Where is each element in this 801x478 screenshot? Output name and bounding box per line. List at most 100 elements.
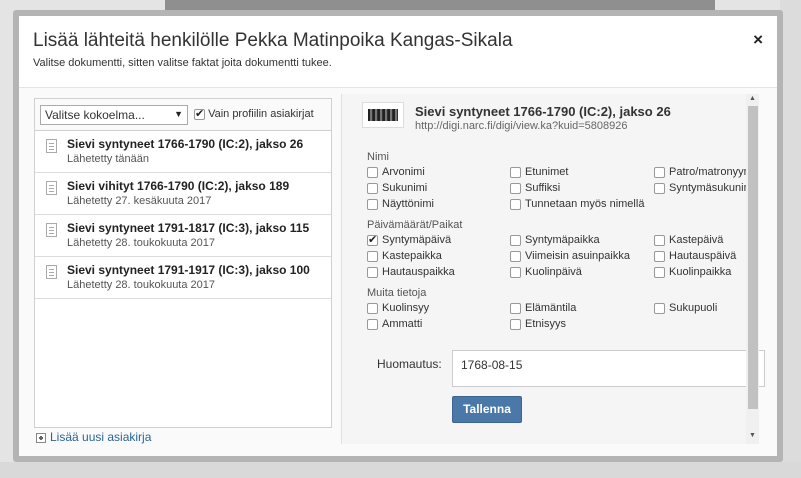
- document-date: Lähetetty 27. kesäkuuta 2017: [67, 195, 212, 207]
- document-filter-bar: Valitse kokoelma... ▼ Vain profiilin asi…: [35, 99, 331, 131]
- fact-panel-scrollbar[interactable]: ▲ ▼: [746, 94, 759, 444]
- add-sources-modal: Lisää lähteitä henkilölle Pekka Matinpoi…: [13, 10, 783, 462]
- document-item[interactable]: Sievi vihityt 1766-1790 (IC:2), jakso 18…: [35, 173, 331, 215]
- checkbox[interactable]: [510, 198, 521, 210]
- fact-label: Ammatti: [382, 318, 423, 331]
- checkbox[interactable]: [654, 266, 665, 278]
- document-title: Sievi syntyneet 1791-1917 (IC:3), jakso …: [67, 263, 310, 277]
- fact-checkbox[interactable]: Elämäntila: [510, 302, 576, 314]
- document-title: Sievi syntyneet 1766-1790 (IC:2), jakso …: [67, 137, 304, 151]
- fact-checkbox[interactable]: Tunnetaan myös nimellä: [510, 198, 644, 210]
- scroll-up-arrow-icon[interactable]: ▲: [749, 95, 756, 102]
- checkbox[interactable]: [510, 234, 521, 246]
- fact-checkbox[interactable]: Syntymäsukunimi: [654, 182, 755, 194]
- collection-select[interactable]: Valitse kokoelma... ▼: [40, 105, 188, 125]
- fact-checkbox[interactable]: Suffiksi: [510, 182, 560, 194]
- fact-checkbox[interactable]: Sukupuoli: [654, 302, 717, 314]
- document-thumbnail: [362, 102, 404, 128]
- background-page-edge: [780, 0, 801, 478]
- note-textarea[interactable]: 1768-08-15: [452, 350, 765, 387]
- checkbox[interactable]: [367, 182, 378, 194]
- document-panel: Valitse kokoelma... ▼ Vain profiilin asi…: [34, 98, 332, 428]
- checkbox[interactable]: [510, 302, 521, 314]
- checkbox[interactable]: [367, 318, 378, 330]
- add-document-link[interactable]: Lisää uusi asiakirja: [36, 430, 151, 444]
- fact-checkbox[interactable]: Syntymäpaikka: [510, 234, 600, 246]
- checkbox[interactable]: [510, 166, 521, 178]
- checkbox[interactable]: [510, 266, 521, 278]
- fact-label: Sukunimi: [382, 182, 428, 195]
- fact-checkbox[interactable]: Hautauspaikka: [367, 266, 455, 278]
- fact-label: Kastepäivä: [669, 234, 724, 247]
- document-icon: [46, 223, 57, 237]
- checkbox[interactable]: [367, 302, 378, 314]
- group-label-dates: Päivämäärät/Paikat: [367, 219, 463, 231]
- document-title: Sievi vihityt 1766-1790 (IC:2), jakso 18…: [67, 179, 290, 193]
- document-item[interactable]: Sievi syntyneet 1766-1790 (IC:2), jakso …: [35, 131, 331, 173]
- fact-checkbox[interactable]: Kuolinpaikka: [654, 266, 731, 278]
- document-list: Sievi syntyneet 1766-1790 (IC:2), jakso …: [35, 131, 331, 299]
- checkbox[interactable]: [367, 266, 378, 278]
- fact-label: Hautauspäivä: [669, 250, 737, 263]
- checkbox[interactable]: [367, 250, 378, 262]
- document-date: Lähetetty 28. toukokuuta 2017: [67, 279, 216, 291]
- fact-label: Etunimet: [525, 166, 569, 179]
- fact-checkbox[interactable]: Viimeisin asuinpaikka: [510, 250, 630, 262]
- profile-only-label: Vain profiilin asiakirjat: [208, 108, 314, 121]
- fact-checkbox[interactable]: Kuolinpäivä: [510, 266, 582, 278]
- checkbox[interactable]: [654, 182, 665, 194]
- document-icon: [46, 181, 57, 195]
- fact-checkbox[interactable]: Patro/matronyymi: [654, 166, 755, 178]
- document-item[interactable]: Sievi syntyneet 1791-1917 (IC:3), jakso …: [35, 257, 331, 299]
- checkbox[interactable]: [367, 166, 378, 178]
- checkbox[interactable]: [510, 318, 521, 330]
- fact-checkbox[interactable]: Sukunimi: [367, 182, 427, 194]
- modal-header: Lisää lähteitä henkilölle Pekka Matinpoi…: [19, 16, 777, 88]
- scroll-thumb[interactable]: [748, 106, 758, 409]
- checkbox[interactable]: [654, 166, 665, 178]
- profile-only-checkbox[interactable]: [194, 107, 205, 120]
- modal-title: Lisää lähteitä henkilölle Pekka Matinpoi…: [33, 30, 513, 51]
- fact-checkbox[interactable]: Kuolinsyy: [367, 302, 429, 314]
- fact-checkbox[interactable]: Syntymäpäivä: [367, 233, 452, 247]
- fact-checkbox[interactable]: Hautauspäivä: [654, 250, 736, 262]
- background-page-bottom: [0, 462, 801, 478]
- fact-checkbox[interactable]: Näyttönimi: [367, 198, 434, 210]
- document-icon: [46, 265, 57, 279]
- fact-checkbox[interactable]: Arvonimi: [367, 166, 425, 178]
- add-document-label: Lisää uusi asiakirja: [50, 430, 152, 444]
- source-url[interactable]: http://digi.narc.fi/digi/view.ka?kuid=58…: [415, 120, 628, 132]
- checkbox[interactable]: [654, 234, 665, 246]
- checkbox[interactable]: [654, 302, 665, 314]
- fact-checkbox[interactable]: Etnisyys: [510, 318, 566, 330]
- scroll-down-arrow-icon[interactable]: ▼: [749, 432, 756, 439]
- profile-only-toggle[interactable]: Vain profiilin asiakirjat: [194, 107, 314, 121]
- fact-checkbox[interactable]: Etunimet: [510, 166, 568, 178]
- fact-label: Viimeisin asuinpaikka: [525, 250, 630, 263]
- fact-label: Kuolinpäivä: [525, 266, 582, 279]
- group-label-other: Muita tietoja: [367, 287, 427, 299]
- fact-label: Syntymäpaikka: [525, 234, 600, 247]
- note-label: Huomautus:: [377, 357, 442, 371]
- fact-checkbox[interactable]: Ammatti: [367, 318, 422, 330]
- fact-label: Näyttönimi: [382, 198, 434, 211]
- fact-label: Syntymäpäivä: [382, 234, 452, 247]
- fact-checkbox[interactable]: Kastepaikka: [367, 250, 442, 262]
- fact-label: Sukupuoli: [669, 302, 718, 315]
- checkbox[interactable]: [367, 198, 378, 210]
- collection-select-value: Valitse kokoelma...: [45, 108, 145, 122]
- checkbox-checked[interactable]: [367, 233, 378, 246]
- add-icon: [36, 432, 46, 443]
- document-item[interactable]: Sievi syntyneet 1791-1817 (IC:3), jakso …: [35, 215, 331, 257]
- document-title: Sievi syntyneet 1791-1817 (IC:3), jakso …: [67, 221, 310, 235]
- fact-checkbox[interactable]: Kastepäivä: [654, 234, 723, 246]
- save-button[interactable]: Tallenna: [452, 396, 522, 423]
- checkbox[interactable]: [510, 250, 521, 262]
- fact-label: Kastepaikka: [382, 250, 442, 263]
- checkbox[interactable]: [510, 182, 521, 194]
- checkbox[interactable]: [654, 250, 665, 262]
- close-icon[interactable]: ×: [753, 31, 763, 48]
- fact-label: Etnisyys: [525, 318, 566, 331]
- fact-label: Kuolinsyy: [382, 302, 430, 315]
- dropdown-arrow-icon: ▼: [174, 109, 183, 119]
